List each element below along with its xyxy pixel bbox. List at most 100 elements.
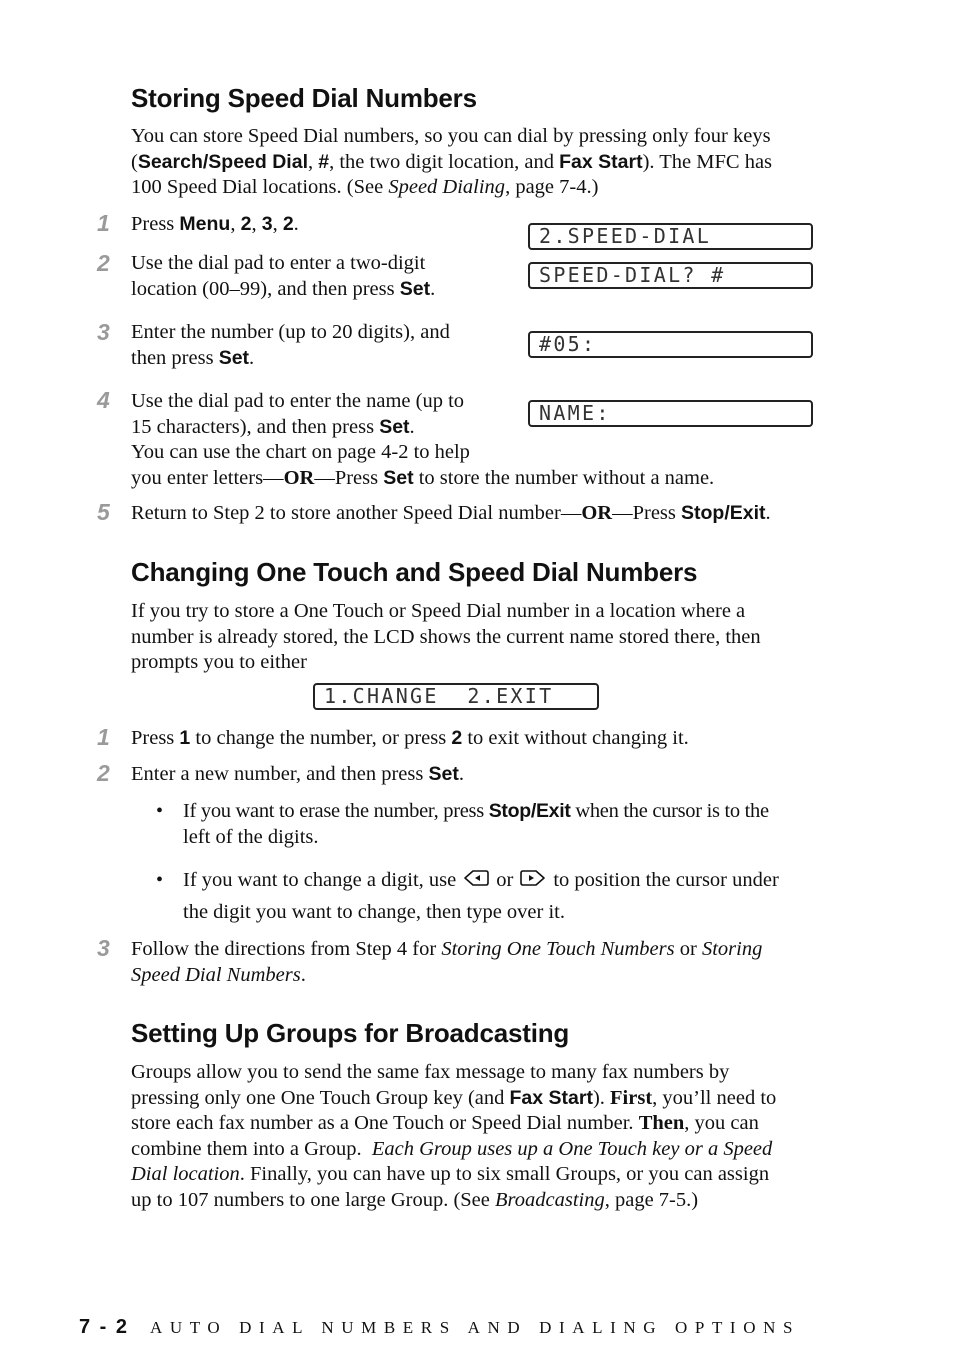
lcd-display: SPEED-DIAL? # xyxy=(528,262,813,289)
text: Press xyxy=(131,213,180,235)
key-name: Set xyxy=(383,466,414,489)
text: Enter the number (up to 20 digits), and xyxy=(131,321,450,343)
step-2-text: Use the dial pad to enter a two-digit lo… xyxy=(131,251,435,302)
section3-body: Groups allow you to send the same fax me… xyxy=(131,1060,776,1213)
cross-reference: Speed Dialing xyxy=(388,176,506,198)
text: Return to Step 2 to store another Speed … xyxy=(131,502,582,524)
lcd-display: #05: xyxy=(528,331,813,358)
text: If you want to change a digit, use xyxy=(183,869,457,891)
section-heading-groups-broadcasting: Setting Up Groups for Broadcasting xyxy=(131,1018,570,1048)
section1-intro: You can store Speed Dial numbers, so you… xyxy=(131,124,841,201)
text: to position the cursor under xyxy=(553,869,779,891)
section-heading-changing-numbers: Changing One Touch and Speed Dial Number… xyxy=(131,557,698,587)
emphasis: Each Group uses up a One Touch key or a … xyxy=(371,1137,773,1160)
text: , page 7-5.) xyxy=(604,1188,699,1211)
running-footer-title: AUTO DIAL NUMBERS AND DIALING OPTIONS xyxy=(150,1318,801,1337)
section-heading-storing-speed-dial: Storing Speed Dial Numbers xyxy=(131,83,477,113)
text: number is already stored, the LCD shows … xyxy=(131,625,761,648)
text: to change the number, or press xyxy=(190,727,452,749)
text: . Finally, you can have up to six small … xyxy=(239,1163,770,1185)
text: If you want to erase the number, press xyxy=(183,800,489,822)
key-name: Stop/Exit xyxy=(681,502,766,524)
text: ). The MFC has xyxy=(642,150,773,173)
left-arrow-key-icon xyxy=(462,869,490,895)
lcd-display-change-exit: 1.CHANGE 2.EXIT xyxy=(313,683,599,710)
change-step-2-text: Enter a new number, and then press Set. xyxy=(131,762,464,788)
step-number: 3 xyxy=(97,319,110,345)
text: the digit you want to change, then type … xyxy=(183,901,566,924)
bullet-mark: • xyxy=(156,869,164,891)
text: —Press xyxy=(314,466,384,489)
text: . xyxy=(765,502,771,524)
text: ). xyxy=(592,1086,611,1109)
text: , xyxy=(230,213,241,235)
page-number: 7 - 2 xyxy=(79,1316,130,1338)
text: to store the number without a name. xyxy=(413,466,715,489)
text: prompts you to either xyxy=(131,651,307,673)
text: left of the digits. xyxy=(183,825,319,848)
text: Press xyxy=(131,727,180,749)
step-number: 1 xyxy=(97,724,110,750)
text: Enter a new number, and then press xyxy=(131,763,429,785)
step-number: 2 xyxy=(97,760,110,786)
text: pressing only one One Touch Group key (a… xyxy=(131,1086,510,1109)
key-name: Fax Start xyxy=(509,1086,593,1109)
text: . xyxy=(409,415,415,438)
text: , page 7-4.) xyxy=(505,176,599,198)
text: Groups allow you to send the same fax me… xyxy=(131,1061,730,1083)
text: . xyxy=(300,963,306,986)
text: . xyxy=(430,277,436,300)
cross-reference: Broadcasting xyxy=(495,1188,605,1211)
text: Follow the directions from Step 4 for xyxy=(131,938,442,960)
step-5-text: Return to Step 2 to store another Speed … xyxy=(131,501,771,527)
step-number: 5 xyxy=(97,499,110,525)
or-emphasis: OR xyxy=(581,502,613,524)
key-name: Set xyxy=(399,277,431,300)
lcd-display: NAME: xyxy=(528,400,813,427)
step-number: 2 xyxy=(97,250,110,276)
text: 15 characters), and then press xyxy=(131,415,380,438)
step-1-text: Press Menu, 2, 3, 2. xyxy=(131,212,299,238)
text: . xyxy=(293,213,299,235)
text: when the cursor is to the xyxy=(570,800,769,822)
emphasis: First xyxy=(610,1086,653,1109)
lcd-display: 2.SPEED-DIAL xyxy=(528,223,813,250)
text: or xyxy=(496,869,514,891)
right-arrow-key-icon xyxy=(519,869,547,895)
key-name: 2 xyxy=(451,727,463,749)
emphasis: Dial location xyxy=(131,1163,240,1185)
bullet-erase-number: If you want to erase the number, press S… xyxy=(183,799,769,850)
key-name: Set xyxy=(218,346,250,369)
cross-reference: Speed Dial Numbers xyxy=(131,963,301,986)
or-emphasis: OR xyxy=(283,466,315,489)
text: store each fax number as a One Touch or … xyxy=(131,1112,639,1134)
text: , the two digit location, and xyxy=(329,150,560,173)
text: . xyxy=(458,763,464,785)
change-step-1-text: Press 1 to change the number, or press 2… xyxy=(131,726,689,752)
step-number: 4 xyxy=(97,387,110,413)
text: , xyxy=(308,150,319,173)
text: If you try to store a One Touch or Speed… xyxy=(131,600,746,622)
key-name: Search/Speed Dial xyxy=(137,150,308,173)
text: or xyxy=(674,938,702,960)
text: , you’ll need to xyxy=(652,1086,777,1109)
key-name: Menu xyxy=(179,213,231,235)
text: you enter letters— xyxy=(131,466,284,489)
text: . xyxy=(249,346,255,369)
key-name: Set xyxy=(379,415,410,438)
step-number: 3 xyxy=(97,935,110,961)
bullet-change-digit: If you want to change a digit, use or to p… xyxy=(183,868,779,926)
text: to exit without changing it. xyxy=(462,727,689,749)
text: , xyxy=(251,213,262,235)
text: up to 107 numbers to one large Group. (S… xyxy=(131,1188,495,1211)
text: You can use the chart on page 4-2 to hel… xyxy=(131,441,470,463)
text: 100 Speed Dial locations. (See xyxy=(131,176,389,198)
text: combine them into a Group. xyxy=(131,1137,372,1160)
key-name: Fax Start xyxy=(559,150,643,173)
step-3-text: Enter the number (up to 20 digits), and … xyxy=(131,320,450,371)
key-name: 2 xyxy=(240,213,252,235)
emphasis: Then xyxy=(638,1112,685,1134)
section2-intro: If you try to store a One Touch or Speed… xyxy=(131,599,761,676)
key-name: 1 xyxy=(179,727,191,749)
text: location (00–99), and then press xyxy=(131,277,400,300)
